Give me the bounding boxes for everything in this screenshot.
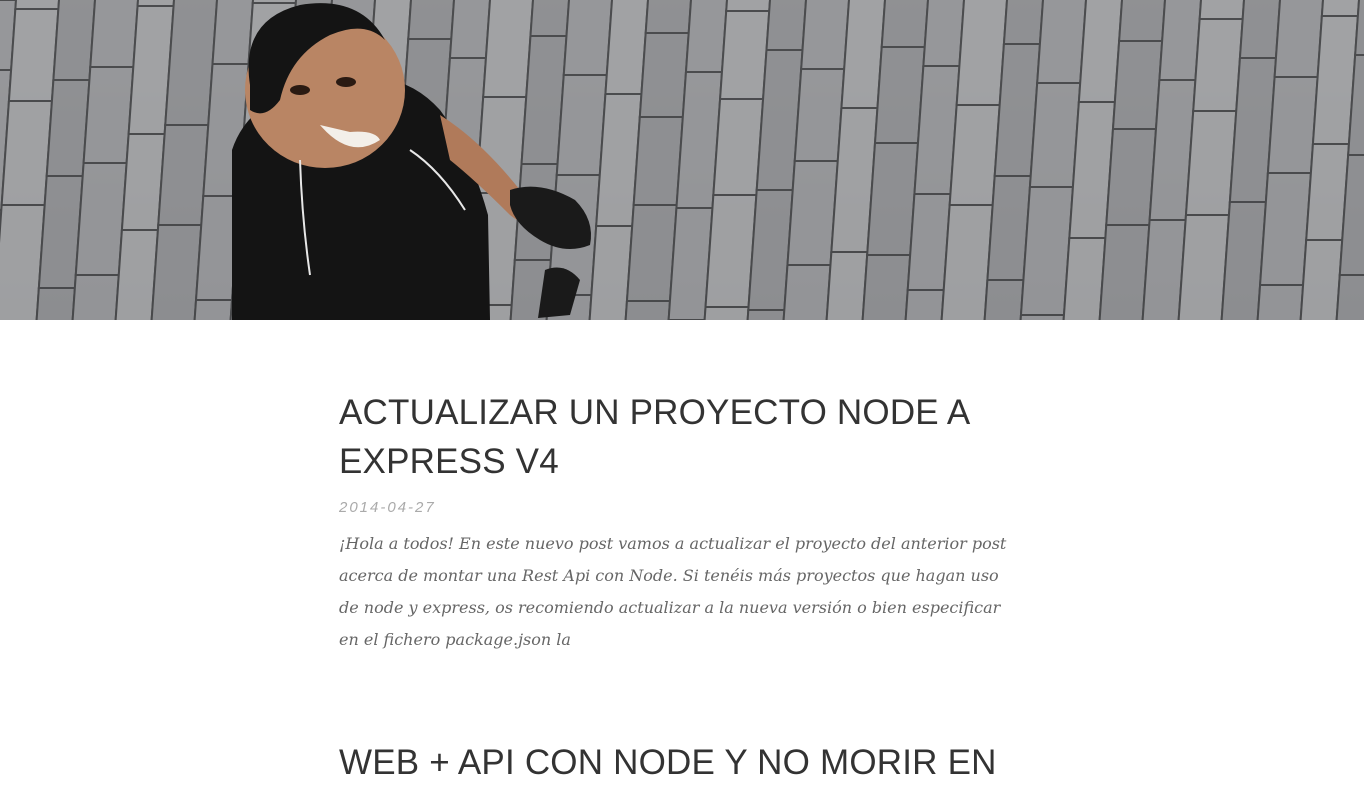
post-title-link[interactable]: ACTUALIZAR UN PROYECTO NODE A EXPRESS V4 (339, 388, 1019, 486)
post-date: 2014-04-27 (339, 499, 436, 516)
hero-header-image (0, 0, 1364, 320)
post-item: WEB + API CON NODE Y NO MORIR EN (339, 738, 997, 787)
hero-photo (0, 0, 1364, 320)
post-title-link[interactable]: WEB + API CON NODE Y NO MORIR EN (339, 738, 997, 787)
post-item: ACTUALIZAR UN PROYECTO NODE A EXPRESS V4… (339, 388, 1019, 656)
post-excerpt: ¡Hola a todos! En este nuevo post vamos … (339, 534, 1007, 649)
